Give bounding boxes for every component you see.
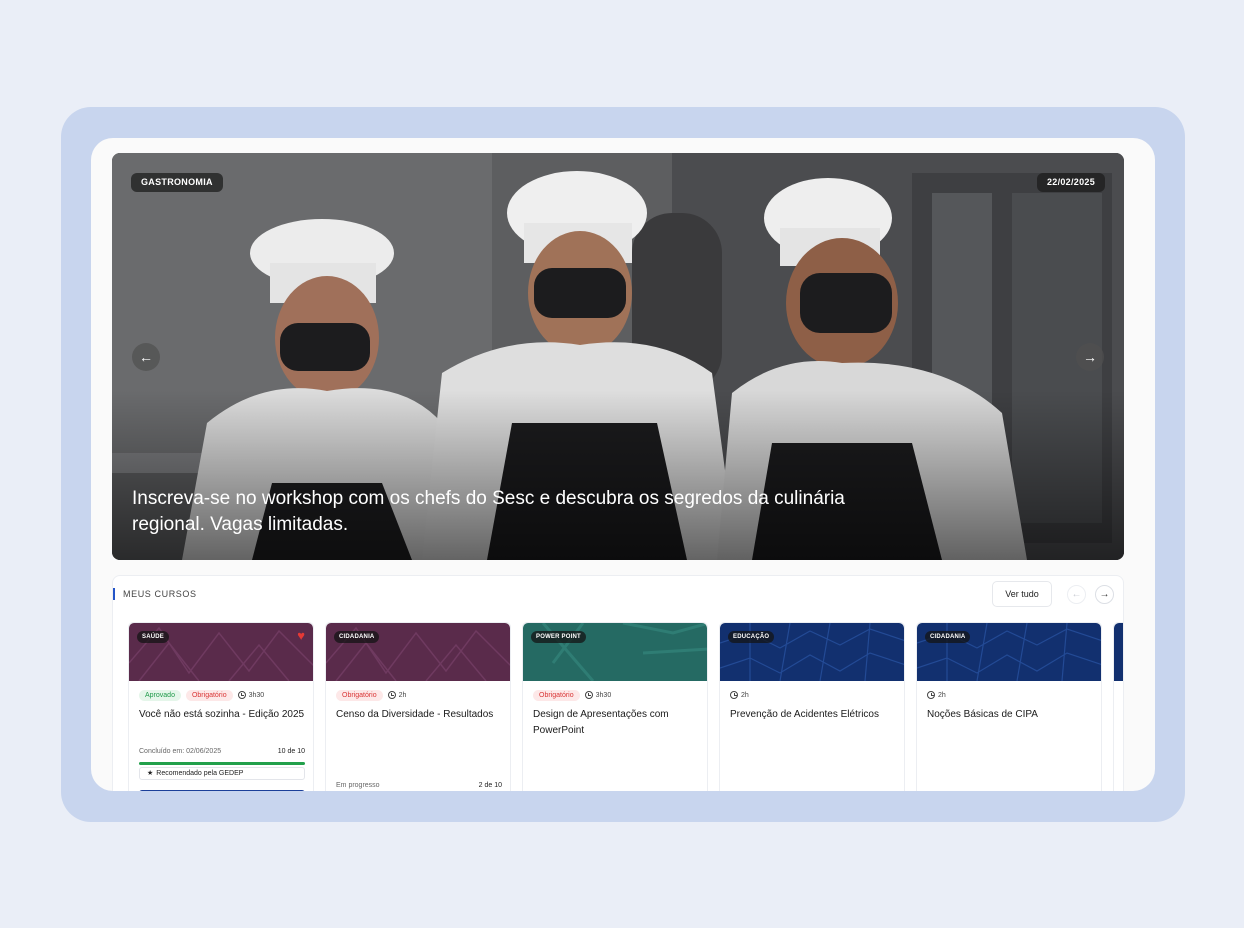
course-category-tag: CIDADANIA <box>334 631 380 643</box>
progress-count: 10 de 10 <box>277 748 305 755</box>
hero-next-button[interactable]: → <box>1076 343 1104 371</box>
course-meta: 2h <box>927 689 946 701</box>
card-strip <box>139 790 305 791</box>
progress-info: Concluído em: 02/06/2025 10 de 10 <box>139 748 305 755</box>
progress-info: Em progresso 2 de 10 <box>336 782 502 789</box>
course-card[interactable]: EDUCAÇÃO 2h Prevenção de Acidentes Elétr… <box>719 622 905 791</box>
mandatory-badge: Obrigatório <box>185 689 233 701</box>
heart-icon[interactable]: ♥ <box>297 629 305 643</box>
course-thumbnail <box>1114 623 1123 681</box>
duration: 3h30 <box>237 691 265 699</box>
hero-date-tag: 22/02/2025 <box>1036 173 1105 192</box>
duration: 2h <box>387 691 407 699</box>
recommended-label: Recomendado pela GEDEP <box>156 770 244 777</box>
clock-icon <box>927 691 935 699</box>
duration-value: 3h30 <box>248 691 265 699</box>
my-courses-section: MEUS CURSOS Ver tudo ← → SAÚDE ♥ Aprovad… <box>112 575 1124 791</box>
progress-fill <box>139 762 305 765</box>
hero-caption: Inscreva-se no workshop com os chefs do … <box>132 488 845 535</box>
hero-prev-button[interactable]: ← <box>132 343 160 371</box>
course-category-tag: CIDADANIA <box>925 631 971 643</box>
hero-category-tag: GASTRONOMIA <box>131 173 223 192</box>
hero-banner[interactable]: GASTRONOMIA 22/02/2025 ← → Inscreva-se n… <box>112 153 1124 560</box>
duration-value: 2h <box>938 691 946 699</box>
clock-icon <box>584 691 593 699</box>
course-title: Você não está sozinha - Edição 2025 <box>139 709 305 720</box>
courses-next-button[interactable]: → <box>1095 585 1114 604</box>
course-carousel: SAÚDE ♥ Aprovado Obrigatório 3h30 Você n… <box>128 622 1123 791</box>
see-all-button[interactable]: Ver tudo <box>992 581 1052 607</box>
course-category-tag: SAÚDE <box>137 631 170 643</box>
clock-icon <box>730 691 738 699</box>
course-category-tag: EDUCAÇÃO <box>728 631 775 643</box>
progress-status: Concluído em: 02/06/2025 <box>139 748 222 755</box>
section-accent-bar <box>113 588 115 600</box>
duration: 2h <box>730 691 749 699</box>
duration: 2h <box>927 691 946 699</box>
course-title: Design de Apresentações com PowerPoint <box>533 709 669 736</box>
course-category-tag: POWER POINT <box>531 631 586 643</box>
course-card-partial[interactable] <box>1113 622 1123 791</box>
course-meta: Aprovado Obrigatório 3h30 <box>139 689 264 701</box>
course-card[interactable]: CIDADANIA 2h Noções Básicas de CIPA <box>916 622 1102 791</box>
duration-value: 2h <box>741 691 749 699</box>
section-title: MEUS CURSOS <box>123 589 197 599</box>
course-title: Prevenção de Acidentes Elétricos <box>730 709 879 720</box>
course-title: Noções Básicas de CIPA <box>927 709 1038 720</box>
progress-bar <box>139 762 305 765</box>
clock-icon <box>387 691 396 699</box>
course-meta: Obrigatório 2h <box>336 689 406 701</box>
arrow-right-icon: → <box>1083 349 1097 365</box>
arrow-left-icon: ← <box>1071 589 1082 600</box>
clock-icon <box>237 691 246 699</box>
course-title: Censo da Diversidade - Resultados <box>336 709 494 720</box>
approved-badge: Aprovado <box>139 689 181 701</box>
courses-prev-button[interactable]: ← <box>1067 585 1086 604</box>
recommended-tag: ★ Recomendado pela GEDEP <box>139 767 305 780</box>
course-meta: 2h <box>730 689 749 701</box>
section-header: MEUS CURSOS Ver tudo ← → <box>113 576 1123 610</box>
course-card[interactable]: CIDADANIA Obrigatório 2h Censo da Divers… <box>325 622 511 791</box>
course-card[interactable]: SAÚDE ♥ Aprovado Obrigatório 3h30 Você n… <box>128 622 314 791</box>
progress-count: 2 de 10 <box>478 782 502 789</box>
mandatory-badge: Obrigatório <box>336 689 383 701</box>
arrow-right-icon: → <box>1099 589 1110 600</box>
duration-value: 3h30 <box>595 691 612 699</box>
course-meta: Obrigatório 3h30 <box>533 689 611 701</box>
arrow-left-icon: ← <box>139 349 153 365</box>
app-window: GASTRONOMIA 22/02/2025 ← → Inscreva-se n… <box>91 138 1155 791</box>
duration: 3h30 <box>584 691 612 699</box>
duration-value: 2h <box>398 691 407 699</box>
mandatory-badge: Obrigatório <box>533 689 580 701</box>
course-card[interactable]: POWER POINT Obrigatório 3h30 Design de A… <box>522 622 708 791</box>
star-icon: ★ <box>147 770 154 777</box>
progress-status: Em progresso <box>336 782 380 789</box>
